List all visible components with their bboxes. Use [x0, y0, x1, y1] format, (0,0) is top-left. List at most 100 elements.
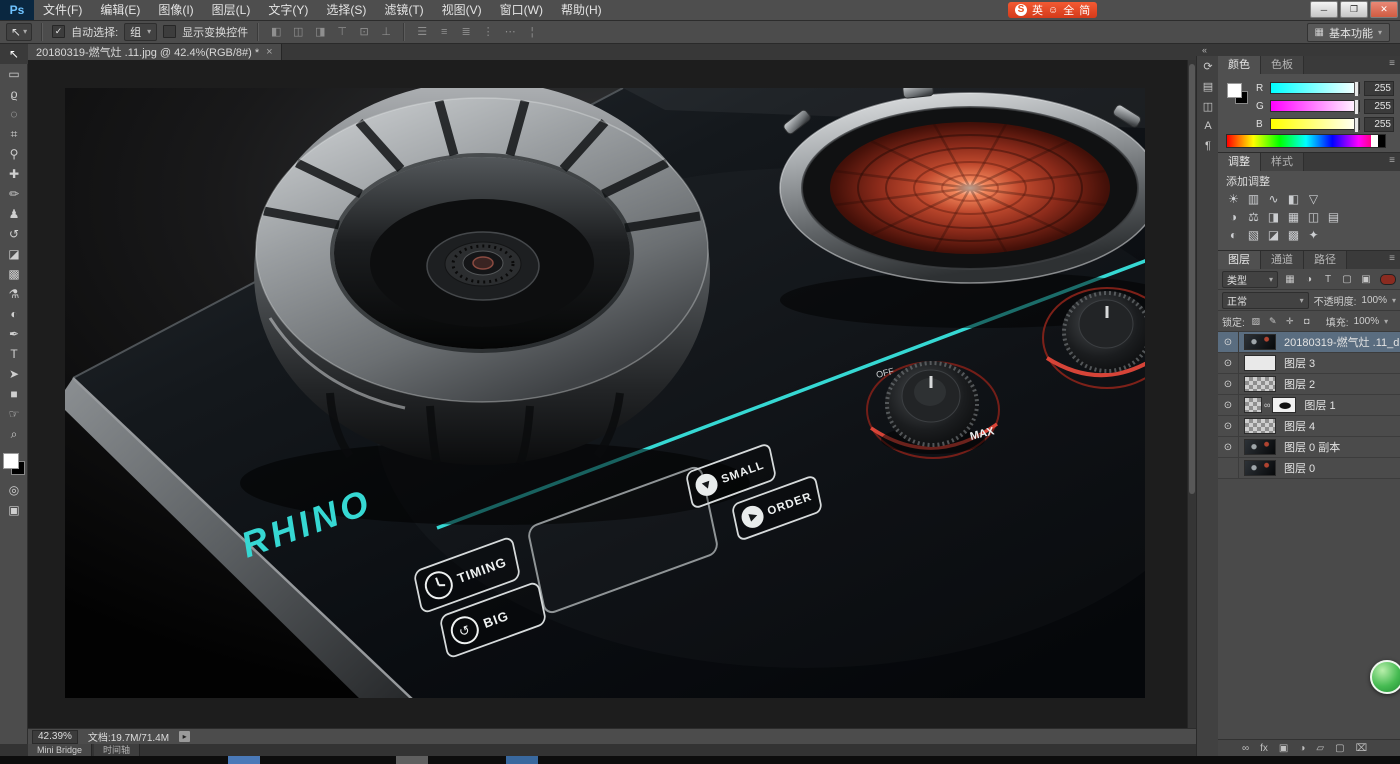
- tab-adjustments[interactable]: 调整: [1218, 153, 1261, 171]
- notification-bubble[interactable]: [1370, 660, 1400, 694]
- visibility-eye-icon[interactable]: ⊙: [1218, 374, 1239, 394]
- show-transform-checkbox[interactable]: [163, 25, 176, 38]
- fill-value[interactable]: 100%: [1354, 316, 1380, 327]
- menu-image[interactable]: 图像(I): [149, 0, 202, 20]
- gradient-tool[interactable]: ▩: [0, 264, 28, 284]
- menu-layer[interactable]: 图层(L): [203, 0, 260, 20]
- layer-name[interactable]: 图层 2: [1281, 376, 1315, 392]
- photo-filter-adjustment-icon[interactable]: ▦: [1286, 210, 1301, 224]
- red-value-field[interactable]: 255: [1364, 81, 1394, 96]
- layer-row[interactable]: ⊙ ∞ 图层 1: [1218, 395, 1400, 416]
- visibility-eye-icon[interactable]: ⊙: [1218, 332, 1239, 352]
- tab-color[interactable]: 颜色: [1218, 56, 1261, 74]
- windows-taskbar[interactable]: [0, 756, 1400, 764]
- selective-color-adjustment-icon[interactable]: ✦: [1306, 228, 1321, 242]
- visibility-eye-icon[interactable]: ⊙: [1218, 353, 1239, 373]
- align-left-edges-icon[interactable]: ◧: [268, 25, 284, 38]
- blue-slider[interactable]: [1270, 118, 1360, 130]
- tab-channels[interactable]: 通道: [1261, 251, 1304, 269]
- visibility-eye-icon[interactable]: ⊙: [1218, 395, 1239, 415]
- layer-name[interactable]: 图层 1: [1301, 397, 1335, 413]
- filter-type-layers-icon[interactable]: T: [1321, 274, 1335, 285]
- layer-mask-thumbnail[interactable]: [1272, 397, 1296, 413]
- tab-mini-bridge[interactable]: Mini Bridge: [28, 744, 92, 756]
- menu-file[interactable]: 文件(F): [34, 0, 91, 20]
- black-white-swatch[interactable]: [1371, 135, 1385, 147]
- clone-stamp-tool[interactable]: ♟: [0, 204, 28, 224]
- layer-name[interactable]: 图层 3: [1281, 355, 1315, 371]
- history-brush-tool[interactable]: ↺: [0, 224, 28, 244]
- posterize-adjustment-icon[interactable]: ▧: [1246, 228, 1261, 242]
- filter-type-dropdown[interactable]: 类型 ▾: [1222, 271, 1278, 288]
- slider-handle[interactable]: [1354, 81, 1359, 97]
- panel-menu-icon[interactable]: ≡: [1389, 58, 1395, 69]
- layer-thumbnail[interactable]: [1244, 460, 1276, 476]
- color-lookup-adjustment-icon[interactable]: ▤: [1326, 210, 1341, 224]
- layer-row[interactable]: ⊙ 图层 4: [1218, 416, 1400, 437]
- layer-row[interactable]: 图层 0: [1218, 458, 1400, 479]
- path-selection-tool[interactable]: ➤: [0, 364, 28, 384]
- gradient-map-adjustment-icon[interactable]: ▩: [1286, 228, 1301, 242]
- taskbar-window-button[interactable]: [396, 756, 428, 764]
- lock-all-icon[interactable]: ◘: [1301, 316, 1313, 326]
- menu-window[interactable]: 窗口(W): [491, 0, 552, 20]
- tab-paths[interactable]: 路径: [1304, 251, 1347, 269]
- marquee-tool[interactable]: ▭: [0, 64, 28, 84]
- dodge-tool[interactable]: ◐: [0, 304, 28, 324]
- layer-row[interactable]: ⊙ 20180319-燃气灶 .11_d...: [1218, 332, 1400, 353]
- layer-name[interactable]: 图层 0 副本: [1281, 439, 1340, 455]
- layer-row[interactable]: ⊙ 图层 3: [1218, 353, 1400, 374]
- menu-help[interactable]: 帮助(H): [552, 0, 611, 20]
- slider-handle[interactable]: [1354, 117, 1359, 133]
- tab-timeline[interactable]: 时间轴: [94, 744, 140, 756]
- menu-view[interactable]: 视图(V): [433, 0, 491, 20]
- invert-adjustment-icon[interactable]: ◐: [1226, 228, 1241, 242]
- distribute-horizontal-centers-icon[interactable]: ⋯: [502, 25, 518, 38]
- tab-swatches[interactable]: 色板: [1261, 56, 1304, 74]
- visibility-eye-icon[interactable]: [1218, 458, 1239, 478]
- green-value-field[interactable]: 255: [1364, 99, 1394, 114]
- paragraph-panel-icon[interactable]: ¶: [1197, 136, 1219, 156]
- new-adjustment-layer-icon[interactable]: ◑: [1299, 743, 1305, 754]
- distribute-top-icon[interactable]: ☰: [414, 25, 430, 38]
- lock-position-icon[interactable]: ✛: [1284, 316, 1296, 327]
- layer-thumbnail[interactable]: [1244, 376, 1276, 392]
- color-balance-adjustment-icon[interactable]: ⚖: [1246, 210, 1261, 224]
- panel-menu-icon[interactable]: ≡: [1389, 155, 1395, 166]
- scrollbar-thumb[interactable]: [1189, 64, 1195, 494]
- delete-layer-icon[interactable]: ⌧: [1356, 743, 1368, 754]
- document-canvas[interactable]: OFF MAX SMALL: [65, 88, 1145, 698]
- minimize-button[interactable]: ─: [1310, 1, 1338, 18]
- status-options-icon[interactable]: ▸: [179, 731, 190, 742]
- quick-mask-button[interactable]: ◎: [0, 480, 28, 500]
- vibrance-adjustment-icon[interactable]: ▽: [1306, 192, 1321, 206]
- align-top-edges-icon[interactable]: ⊤: [334, 25, 350, 38]
- canvas-area[interactable]: OFF MAX SMALL: [28, 60, 1196, 728]
- filter-adjustment-layers-icon[interactable]: ◑: [1302, 274, 1316, 285]
- zoom-level-field[interactable]: 42.39%: [32, 730, 78, 744]
- ime-emoji-icon[interactable]: ☺: [1048, 5, 1058, 16]
- visibility-eye-icon[interactable]: ⊙: [1218, 416, 1239, 436]
- zoom-tool[interactable]: ⌕: [0, 424, 28, 444]
- foreground-color-swatch[interactable]: [1227, 83, 1242, 98]
- lock-transparency-icon[interactable]: ▨: [1250, 316, 1262, 327]
- layer-style-icon[interactable]: fx: [1260, 743, 1268, 754]
- black-white-adjustment-icon[interactable]: ◨: [1266, 210, 1281, 224]
- blend-mode-dropdown[interactable]: 正常 ▾: [1222, 292, 1309, 309]
- taskbar-window-button[interactable]: [506, 756, 538, 764]
- threshold-adjustment-icon[interactable]: ◪: [1266, 228, 1281, 242]
- link-layers-icon[interactable]: ∞: [1242, 743, 1249, 754]
- distribute-vertical-centers-icon[interactable]: ≡: [436, 26, 452, 38]
- exposure-adjustment-icon[interactable]: ◧: [1286, 192, 1301, 206]
- maximize-button[interactable]: ❐: [1340, 1, 1368, 18]
- color-spectrum-bar[interactable]: [1226, 134, 1386, 148]
- layer-thumbnail[interactable]: [1244, 334, 1276, 350]
- blur-tool[interactable]: ⚗: [0, 284, 28, 304]
- mask-link-icon[interactable]: ∞: [1264, 400, 1270, 410]
- filter-smart-objects-icon[interactable]: ▣: [1359, 274, 1373, 285]
- color-swatches[interactable]: [0, 450, 28, 480]
- hue-saturation-adjustment-icon[interactable]: ◑: [1226, 210, 1241, 224]
- new-layer-icon[interactable]: ▢: [1335, 743, 1344, 754]
- info-panel-icon[interactable]: ◫: [1197, 96, 1219, 116]
- ime-language-toggle[interactable]: 英: [1032, 2, 1043, 18]
